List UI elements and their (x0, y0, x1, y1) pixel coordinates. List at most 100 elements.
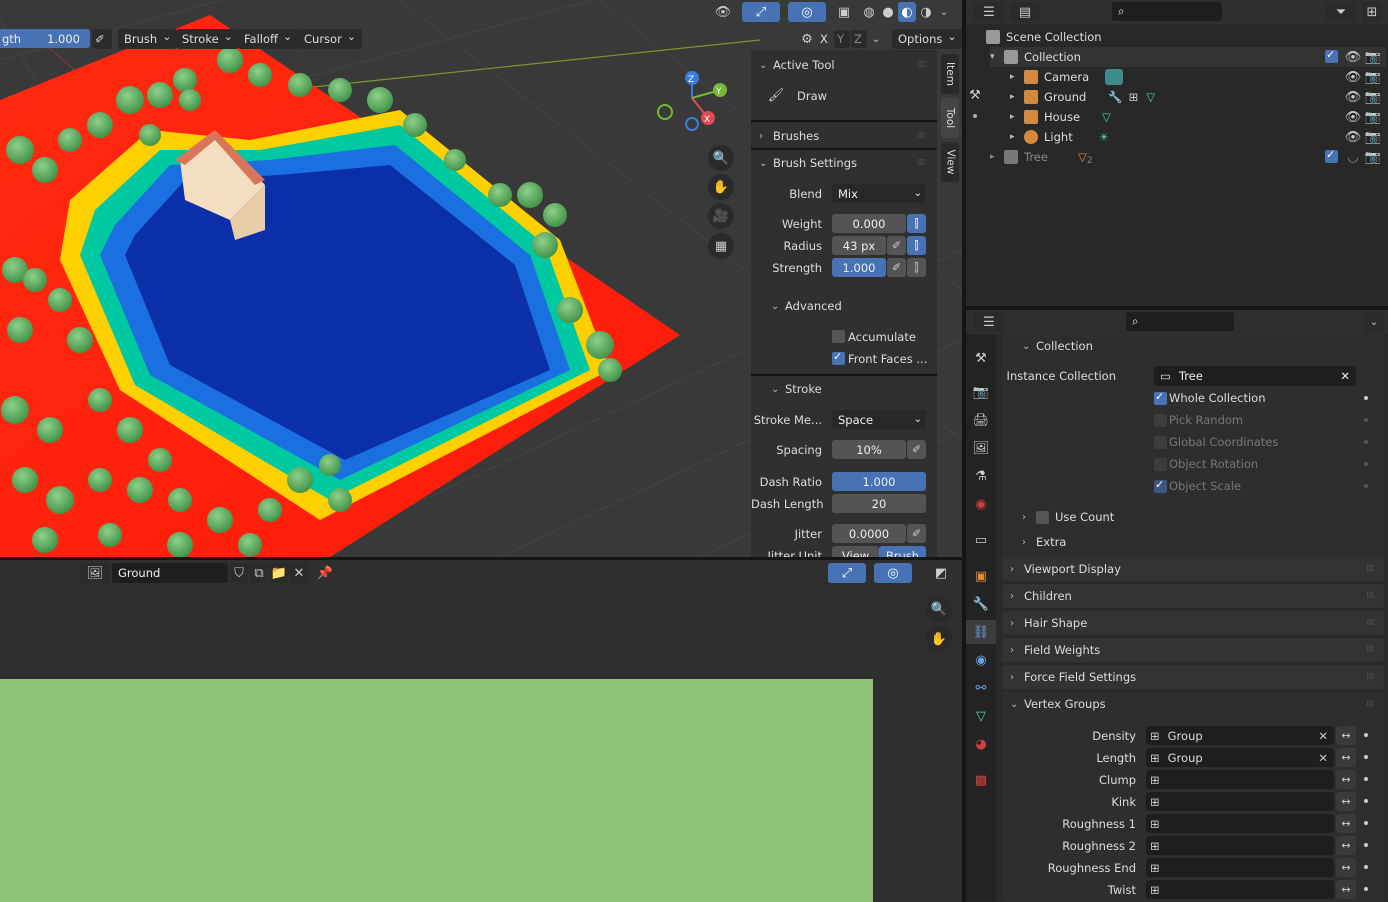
hair-shape-grip-icon[interactable]: ⁞⁞⁞⁞ (1366, 618, 1375, 628)
view-layer-tab-icon[interactable]: 🖼 (969, 436, 993, 460)
radius-pen-icon[interactable]: ✐ (887, 236, 906, 255)
new-image-icon[interactable]: ⧉ (250, 563, 268, 583)
blend-select[interactable]: Mix ⌄ (832, 184, 926, 203)
zoom-icon[interactable]: 🔍 (708, 145, 734, 171)
jitter-field[interactable]: 0.0000 (832, 524, 906, 543)
pick-random-keyframe-dot[interactable] (1364, 418, 1368, 422)
use-count-panel-header[interactable]: › Use Count (1022, 510, 1114, 524)
object-tab-icon[interactable]: ▣ (969, 564, 993, 588)
stroke-menu[interactable]: Stroke (176, 29, 239, 49)
fake-user-icon[interactable]: ⛉ (230, 563, 248, 583)
output-tab-icon[interactable]: 🖨 (969, 408, 993, 432)
vertex-group-field[interactable]: ⊞ (1146, 858, 1334, 877)
camera-eye-icon[interactable]: 👁 (1344, 67, 1362, 87)
invert-group-icon[interactable]: ↔ (1336, 880, 1356, 899)
brushes-grip-icon[interactable]: ⁞⁞⁞⁞ (917, 131, 926, 141)
global-coordinates-checkbox[interactable] (1154, 436, 1167, 449)
strength-slider[interactable]: gth 1.000 (0, 29, 90, 48)
front-faces-checkbox[interactable] (832, 350, 845, 365)
gizmo-z-label[interactable]: Z (688, 75, 694, 85)
brush-settings-grip-icon[interactable]: ⁞⁞⁞⁞ (917, 158, 926, 168)
vertex-group-field[interactable]: ⊞ Group ✕ (1146, 726, 1334, 745)
clear-icon[interactable]: ✕ (1318, 751, 1328, 765)
viewport-display-grip-icon[interactable]: ⁞⁞⁞⁞ (1366, 564, 1375, 574)
outliner-row-light[interactable]: ▸ Light ☀ (1010, 127, 1386, 147)
vertex-group-keyframe-dot[interactable] (1364, 755, 1368, 759)
vertex-group-keyframe-dot[interactable] (1364, 887, 1368, 891)
render-tab-icon[interactable]: 📷 (969, 380, 993, 404)
image-pan-hand-icon[interactable]: ✋ (926, 626, 952, 652)
use-count-checkbox[interactable] (1036, 510, 1049, 524)
radius-pressure-icon[interactable]: ⫿ (907, 236, 926, 255)
invert-group-icon[interactable]: ↔ (1336, 748, 1356, 767)
strength-field[interactable]: 1.000 (832, 258, 886, 277)
vertex-group-keyframe-dot[interactable] (1364, 865, 1368, 869)
pin-icon[interactable]: 📌 (316, 563, 334, 583)
invert-group-icon[interactable]: ↔ (1336, 836, 1356, 855)
strength-pen-icon[interactable]: ✐ (887, 258, 906, 277)
tab-view[interactable]: View (941, 142, 959, 182)
tab-tool[interactable]: Tool (941, 98, 959, 138)
force-field-grip-icon[interactable]: ⁞⁞⁞⁞ (1366, 672, 1375, 682)
camera-render-icon[interactable]: 📷 (1364, 67, 1382, 87)
invert-group-icon[interactable]: ↔ (1336, 858, 1356, 877)
unlink-image-icon[interactable]: ✕ (290, 563, 308, 583)
outliner-row-camera[interactable]: ▸ Camera (1010, 67, 1386, 87)
spacing-pen-icon[interactable]: ✐ (907, 440, 926, 459)
vertex-group-field[interactable]: ⊞ (1146, 836, 1334, 855)
vertex-groups-grip-icon[interactable]: ⁞⁞⁞⁞ (1366, 699, 1375, 709)
tab-item[interactable]: Item (941, 54, 959, 94)
image-name-field[interactable]: Ground (112, 563, 228, 583)
weight-pressure-icon[interactable]: ⫿ (907, 214, 926, 233)
outliner-row-scene-collection[interactable]: Scene Collection (986, 27, 1386, 47)
tree-exclude-checkbox[interactable] (1325, 148, 1338, 163)
vertex-group-field[interactable]: ⊞ (1146, 792, 1334, 811)
image-canvas[interactable] (0, 679, 873, 902)
jitter-unit-view-option[interactable]: View (832, 546, 879, 557)
invert-group-icon[interactable]: ↔ (1336, 792, 1356, 811)
vertex-group-keyframe-dot[interactable] (1364, 799, 1368, 803)
editor-type-icon[interactable]: ☰ (974, 2, 1004, 22)
ground-eye-icon[interactable]: 👁 (1344, 87, 1362, 107)
collection-panel-header[interactable]: ⌄ Collection (1022, 339, 1093, 353)
brush-settings-panel-header[interactable]: ⌄ Brush Settings (759, 156, 857, 170)
vertex-group-field[interactable]: ⊞ (1146, 814, 1334, 833)
vertex-group-keyframe-dot[interactable] (1364, 821, 1368, 825)
image-display-channels-icon[interactable]: ◩ (926, 563, 956, 583)
invert-group-icon[interactable]: ↔ (1336, 770, 1356, 789)
field-weights-panel[interactable]: › Field Weights ⁞⁞⁞⁞ (1002, 638, 1384, 662)
material-shading-icon[interactable]: ◐ (898, 2, 916, 22)
extra-panel-header[interactable]: › Extra (1022, 535, 1066, 549)
hair-shape-panel[interactable]: › Hair Shape ⁞⁞⁞⁞ (1002, 611, 1384, 635)
axis-dropdown-icon[interactable]: ⌄ (868, 30, 884, 48)
collection-exclude-checkbox[interactable] (1325, 48, 1338, 63)
symmetry-icon[interactable]: ⚙ (798, 30, 816, 48)
vertex-group-keyframe-dot[interactable] (1364, 843, 1368, 847)
stroke-method-select[interactable]: Space ⌄ (832, 410, 926, 429)
xray-icon[interactable]: ▣ (834, 2, 854, 22)
accumulate-checkbox[interactable] (832, 330, 845, 343)
data-tab-icon[interactable]: ▽ (969, 704, 993, 728)
children-panel[interactable]: › Children ⁞⁞⁞⁞ (1002, 584, 1384, 608)
world-tab-icon[interactable]: ◉ (969, 492, 993, 516)
viewport-3d[interactable]: Z Y X gth 1.000 ✐ Brush Stroke Falloff C… (0, 0, 962, 557)
object-rotation-checkbox[interactable] (1154, 458, 1167, 471)
clear-icon[interactable]: ✕ (1340, 369, 1350, 383)
vertex-group-field[interactable]: ⊞ Group ✕ (1146, 748, 1334, 767)
brush-menu[interactable]: Brush (118, 29, 178, 49)
scene-tab-icon[interactable]: ⚗ (969, 464, 993, 488)
image-browse-icon[interactable]: 🖼 (80, 563, 110, 583)
radius-field[interactable]: 43 px (832, 236, 886, 255)
collection-eye-icon[interactable]: 👁 (1344, 47, 1362, 67)
axis-x-toggle[interactable]: X (817, 30, 833, 48)
particles-tab-icon[interactable]: ⛓ (966, 620, 996, 644)
vertex-group-field[interactable]: ⊞ (1146, 770, 1334, 789)
light-render-icon[interactable]: 📷 (1364, 127, 1382, 147)
rendered-shading-icon[interactable]: ◑ (917, 2, 935, 22)
force-field-settings-panel[interactable]: › Force Field Settings ⁞⁞⁞⁞ (1002, 665, 1384, 689)
pressure-toggle[interactable]: ✐ (92, 29, 112, 49)
invert-group-icon[interactable]: ↔ (1336, 726, 1356, 745)
camera-view-icon[interactable]: 🎥 (708, 203, 734, 229)
open-image-icon[interactable]: 📁 (270, 563, 288, 583)
solid-shading-icon[interactable]: ● (879, 2, 897, 22)
